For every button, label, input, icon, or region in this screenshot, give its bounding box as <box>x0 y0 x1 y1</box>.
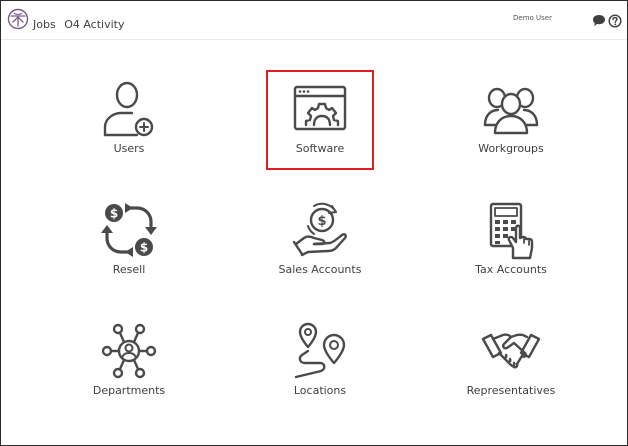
tile-representatives[interactable]: Representatives <box>436 323 586 423</box>
tile-workgroups[interactable]: Workgroups <box>436 81 586 181</box>
org-network-icon <box>101 323 157 379</box>
tile-resell[interactable]: $ $ Resell <box>54 202 204 302</box>
tile-label: Representatives <box>466 384 556 397</box>
tile-label: Tax Accounts <box>475 263 547 276</box>
calculator-hand-icon <box>489 202 534 260</box>
tile-label: Locations <box>293 384 347 397</box>
tile-locations[interactable]: Locations <box>245 322 395 423</box>
route-pins-icon <box>294 322 346 379</box>
software-gear-icon <box>293 85 347 131</box>
tile-label: Workgroups <box>478 142 544 155</box>
tile-software[interactable]: Software <box>245 81 395 181</box>
tile-label: Users <box>113 142 145 155</box>
group-icon <box>483 87 539 135</box>
tile-users[interactable]: Users <box>54 81 204 181</box>
top-bar: Jobs O4 Activity Demo User <box>1 1 627 40</box>
app-logo-icon[interactable] <box>7 8 29 30</box>
user-name[interactable]: Demo User <box>513 14 573 22</box>
tile-label: Departments <box>92 384 166 397</box>
user-add-icon <box>103 81 154 137</box>
svg-text:$: $ <box>317 214 326 229</box>
question-circle-icon[interactable] <box>608 14 622 28</box>
nav-jobs[interactable]: Jobs <box>33 18 56 31</box>
app-window: Jobs O4 Activity Demo User Users Softwar… <box>0 0 628 446</box>
dollar-cycle-icon: $ $ <box>101 203 157 257</box>
nav-activity[interactable]: O4 Activity <box>64 18 124 31</box>
tile-tax-accounts[interactable]: Tax Accounts <box>436 202 586 302</box>
svg-text:$: $ <box>140 241 148 255</box>
tile-sales-accounts[interactable]: $ Sales Accounts <box>245 202 395 302</box>
tile-label: Resell <box>112 263 146 276</box>
hand-coin-icon: $ <box>292 202 347 257</box>
svg-text:$: $ <box>110 207 118 221</box>
tile-departments[interactable]: Departments <box>54 323 204 423</box>
handshake-icon <box>481 333 541 369</box>
tile-label: Sales Accounts <box>278 263 362 276</box>
tile-label: Software <box>295 142 345 155</box>
chat-bubble-icon[interactable] <box>592 14 606 27</box>
app-title: Jobs O4 Activity <box>33 18 129 31</box>
